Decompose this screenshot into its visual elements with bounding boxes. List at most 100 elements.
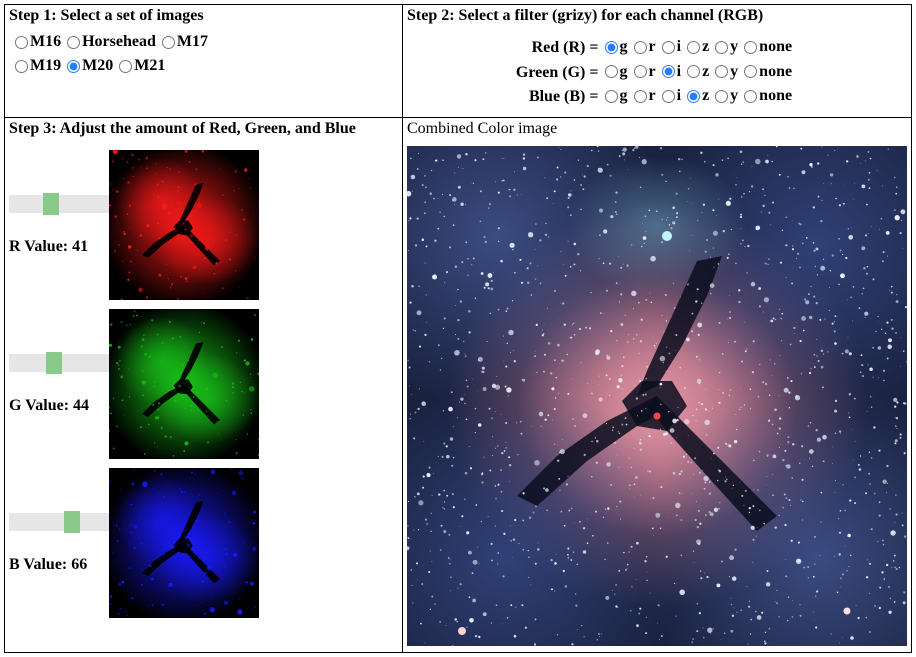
filter-radio-red-z[interactable] (687, 41, 700, 54)
filter-radio-red-none[interactable] (744, 41, 757, 54)
imageset-radio-m19[interactable] (15, 60, 28, 73)
filter-option-blue-y[interactable]: y (715, 87, 738, 105)
green-value-label: G Value: 44 (9, 397, 89, 415)
step2-cell: Step 2: Select a filter (grizy) for each… (403, 5, 912, 118)
imageset-row-1: M16 Horsehead M17 (15, 33, 398, 51)
filter-channel-label-green: Green (G) = (514, 62, 601, 85)
combined-title: Combined Color image (407, 120, 907, 138)
filter-option-green-y[interactable]: y (715, 63, 738, 81)
filter-option-red-r[interactable]: r (634, 38, 656, 56)
filter-option-green-r[interactable]: r (634, 63, 656, 81)
filter-label: z (702, 63, 709, 81)
filter-label: i (677, 87, 681, 105)
blue-slider-thumb[interactable] (64, 511, 80, 533)
combined-cell: Combined Color image (403, 117, 912, 652)
filter-label: g (620, 38, 628, 56)
filter-label: z (702, 87, 709, 105)
filter-radio-blue-z[interactable] (687, 90, 700, 103)
imageset-radio-m17[interactable] (162, 36, 175, 49)
imageset-label: M21 (134, 57, 165, 75)
filter-radio-blue-r[interactable] (634, 90, 647, 103)
filter-option-green-z[interactable]: z (687, 63, 709, 81)
green-slider[interactable] (9, 354, 109, 372)
filter-option-blue-z[interactable]: z (687, 87, 709, 105)
filter-radio-green-y[interactable] (715, 65, 728, 78)
filter-label: r (649, 87, 656, 105)
filter-label: none (759, 87, 792, 105)
step2-title: Step 2: Select a filter (grizy) for each… (407, 7, 907, 25)
filter-radio-blue-i[interactable] (662, 90, 675, 103)
imageset-label: M17 (177, 33, 208, 51)
filter-option-red-y[interactable]: y (715, 38, 738, 56)
imageset-option-m20[interactable]: M20 (67, 57, 113, 75)
imageset-label: M20 (82, 57, 113, 75)
imageset-radio-m16[interactable] (15, 36, 28, 49)
filter-radio-red-y[interactable] (715, 41, 728, 54)
step1-title: Step 1: Select a set of images (9, 7, 398, 25)
filter-option-red-none[interactable]: none (744, 38, 792, 56)
blue-slider[interactable] (9, 513, 109, 531)
filter-radio-blue-none[interactable] (744, 90, 757, 103)
green-channel-block: G Value: 44 (9, 309, 398, 464)
filter-option-blue-g[interactable]: g (605, 87, 628, 105)
filter-option-blue-r[interactable]: r (634, 87, 656, 105)
imageset-radio-horsehead[interactable] (67, 36, 80, 49)
filter-option-green-i[interactable]: i (662, 63, 681, 81)
red-slider-thumb[interactable] (43, 193, 59, 215)
filter-radio-green-i[interactable] (662, 65, 675, 78)
blue-channel-block: B Value: 66 (9, 468, 398, 623)
filter-channel-label-red: Red (R) = (514, 37, 601, 60)
green-slider-thumb[interactable] (46, 352, 62, 374)
filter-label: i (677, 63, 681, 81)
filter-label: g (620, 63, 628, 81)
imageset-option-m16[interactable]: M16 (15, 33, 61, 51)
filter-label: y (730, 87, 738, 105)
combined-image (407, 146, 907, 646)
imageset-label: M19 (30, 57, 61, 75)
imageset-row-2: M19 M20 M21 (15, 57, 398, 75)
filter-option-red-i[interactable]: i (662, 38, 681, 56)
imageset-option-m17[interactable]: M17 (162, 33, 208, 51)
blue-channel-preview (109, 468, 259, 618)
imageset-label: M16 (30, 33, 61, 51)
filter-label: r (649, 63, 656, 81)
filter-label: none (759, 63, 792, 81)
filter-option-green-none[interactable]: none (744, 63, 792, 81)
filter-label: y (730, 38, 738, 56)
red-channel-preview (109, 150, 259, 300)
filter-radio-blue-y[interactable] (715, 90, 728, 103)
filter-radio-red-i[interactable] (662, 41, 675, 54)
step3-title: Step 3: Adjust the amount of Red, Green,… (9, 120, 398, 138)
imageset-option-m19[interactable]: M19 (15, 57, 61, 75)
filter-radio-green-r[interactable] (634, 65, 647, 78)
step1-cell: Step 1: Select a set of images M16 Horseh… (5, 5, 403, 118)
filter-label: y (730, 63, 738, 81)
red-value-label: R Value: 41 (9, 238, 88, 256)
filter-radio-green-g[interactable] (605, 65, 618, 78)
imageset-option-m21[interactable]: M21 (119, 57, 165, 75)
filter-label: r (649, 38, 656, 56)
filter-radio-green-z[interactable] (687, 65, 700, 78)
step3-cell: Step 3: Adjust the amount of Red, Green,… (5, 117, 403, 652)
filter-radio-red-g[interactable] (605, 41, 618, 54)
filter-radio-blue-g[interactable] (605, 90, 618, 103)
filter-option-blue-none[interactable]: none (744, 87, 792, 105)
blue-value-label: B Value: 66 (9, 556, 87, 574)
filter-label: none (759, 38, 792, 56)
filter-radio-red-r[interactable] (634, 41, 647, 54)
filter-option-red-g[interactable]: g (605, 38, 628, 56)
filter-option-blue-i[interactable]: i (662, 87, 681, 105)
green-channel-preview (109, 309, 259, 459)
filter-channel-label-blue: Blue (B) = (514, 86, 601, 109)
filter-option-green-g[interactable]: g (605, 63, 628, 81)
red-channel-block: R Value: 41 (9, 150, 398, 305)
imageset-radio-m21[interactable] (119, 60, 132, 73)
filter-radio-green-none[interactable] (744, 65, 757, 78)
red-slider[interactable] (9, 195, 109, 213)
filter-label: i (677, 38, 681, 56)
imageset-label: Horsehead (82, 33, 156, 51)
filter-option-red-z[interactable]: z (687, 38, 709, 56)
imageset-radio-m20[interactable] (67, 60, 80, 73)
imageset-option-horsehead[interactable]: Horsehead (67, 33, 156, 51)
filter-label: g (620, 87, 628, 105)
